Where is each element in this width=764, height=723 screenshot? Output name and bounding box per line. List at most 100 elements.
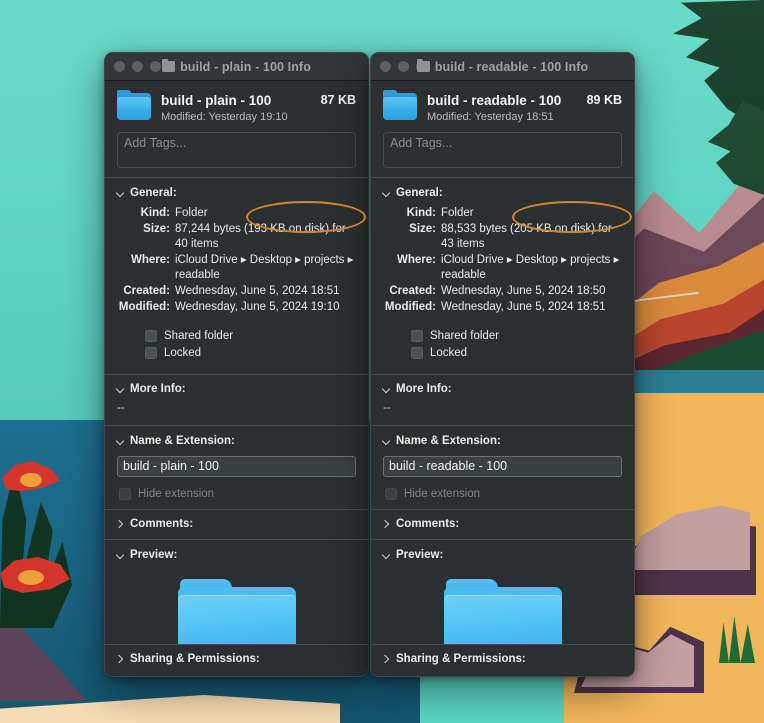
name-input[interactable]: build - plain - 100 bbox=[117, 456, 356, 477]
tags-input[interactable]: Add Tags... bbox=[383, 132, 622, 168]
row-value: iCloud Drive ▸ Desktop ▸ projects ▸ read… bbox=[175, 253, 356, 283]
checkbox-icon[interactable] bbox=[145, 347, 157, 359]
chevron-right-icon[interactable] bbox=[116, 655, 125, 664]
folder-icon[interactable] bbox=[117, 93, 151, 120]
window-controls[interactable] bbox=[114, 61, 161, 72]
chevron-down-icon[interactable] bbox=[382, 436, 391, 445]
info-window-plain[interactable]: build - plain - 100 Info build - plain -… bbox=[104, 52, 369, 677]
row-key: Created: bbox=[383, 284, 441, 299]
minimize-icon[interactable] bbox=[132, 61, 143, 72]
window-controls[interactable] bbox=[380, 61, 427, 72]
row-key: Where: bbox=[383, 253, 441, 283]
checkbox-hide-extension[interactable]: Hide extension bbox=[119, 488, 356, 500]
general-table: Kind: Folder Size: 87,244 bytes (193 KB … bbox=[105, 203, 368, 324]
tags-input[interactable]: Add Tags... bbox=[117, 132, 356, 168]
chevron-down-icon[interactable] bbox=[382, 188, 391, 197]
row-key: Size: bbox=[117, 222, 175, 252]
item-size: 87 KB bbox=[321, 92, 356, 107]
chevron-right-icon[interactable] bbox=[382, 520, 391, 529]
info-header: build - plain - 100 Modified: Yesterday … bbox=[105, 81, 368, 132]
zoom-icon[interactable] bbox=[416, 61, 427, 72]
more-info-value: -- bbox=[105, 399, 368, 425]
table-row: Modified: Wednesday, June 5, 2024 19:10 bbox=[117, 300, 356, 315]
section-more-info-header[interactable]: More Info: bbox=[371, 380, 634, 399]
header-modified-value: Yesterday 18:51 bbox=[475, 111, 554, 123]
checkbox-locked[interactable]: Locked bbox=[145, 347, 356, 359]
table-row: Created: Wednesday, June 5, 2024 18:51 bbox=[117, 284, 356, 299]
section-comments-title: Comments: bbox=[130, 518, 193, 530]
checkbox-icon[interactable] bbox=[411, 347, 423, 359]
chevron-down-icon[interactable] bbox=[116, 188, 125, 197]
section-more-info-title: More Info: bbox=[130, 383, 186, 395]
header-modified-value: Yesterday 19:10 bbox=[209, 111, 288, 123]
header-modified: Modified: Yesterday 18:51 bbox=[427, 111, 577, 123]
tags-placeholder: Add Tags... bbox=[390, 136, 452, 150]
checkbox-shared-folder[interactable]: Shared folder bbox=[145, 330, 356, 342]
header-icon-wrap[interactable] bbox=[383, 92, 417, 120]
minimize-icon[interactable] bbox=[398, 61, 409, 72]
table-row: Modified: Wednesday, June 5, 2024 18:51 bbox=[383, 300, 622, 315]
checkbox-icon[interactable] bbox=[119, 488, 131, 500]
section-general: General: Kind: Folder Size: 87,244 bytes… bbox=[105, 178, 368, 374]
section-name-extension: Name & Extension: build - plain - 100 Hi… bbox=[105, 426, 368, 509]
titlebar[interactable]: build - plain - 100 Info bbox=[105, 53, 368, 81]
header-icon-wrap[interactable] bbox=[117, 92, 151, 120]
name-input[interactable]: build - readable - 100 bbox=[383, 456, 622, 477]
chevron-down-icon[interactable] bbox=[116, 436, 125, 445]
header-modified-key: Modified: bbox=[161, 111, 206, 123]
checkbox-icon[interactable] bbox=[145, 330, 157, 342]
section-sharing-permissions-header[interactable]: Sharing & Permissions: bbox=[371, 650, 634, 669]
section-preview-header[interactable]: Preview: bbox=[105, 546, 368, 565]
checkbox-shared-folder[interactable]: Shared folder bbox=[411, 330, 622, 342]
checkbox-icon[interactable] bbox=[411, 330, 423, 342]
section-preview-header[interactable]: Preview: bbox=[371, 546, 634, 565]
chevron-down-icon[interactable] bbox=[116, 550, 125, 559]
folder-icon[interactable] bbox=[383, 93, 417, 120]
section-comments: Comments: bbox=[105, 509, 368, 539]
checkbox-hide-extension[interactable]: Hide extension bbox=[385, 488, 622, 500]
section-comments-header[interactable]: Comments: bbox=[105, 515, 368, 534]
chevron-down-icon[interactable] bbox=[116, 385, 125, 394]
row-value: 88,533 bytes (205 KB on disk) for 43 ite… bbox=[441, 222, 622, 252]
folder-icon bbox=[162, 61, 175, 72]
checkbox-label: Shared folder bbox=[430, 330, 499, 342]
chevron-right-icon[interactable] bbox=[382, 655, 391, 664]
row-value: Folder bbox=[175, 206, 356, 221]
checkbox-label: Shared folder bbox=[164, 330, 233, 342]
section-comments-header[interactable]: Comments: bbox=[371, 515, 634, 534]
desktop: build - plain - 100 Info build - plain -… bbox=[0, 0, 764, 723]
section-general-header[interactable]: General: bbox=[371, 184, 634, 203]
section-more-info-header[interactable]: More Info: bbox=[105, 380, 368, 399]
section-name-extension-header[interactable]: Name & Extension: bbox=[105, 432, 368, 451]
chevron-down-icon[interactable] bbox=[382, 385, 391, 394]
header-modified-key: Modified: bbox=[427, 111, 472, 123]
checkbox-locked[interactable]: Locked bbox=[411, 347, 622, 359]
section-name-extension-header[interactable]: Name & Extension: bbox=[371, 432, 634, 451]
tags-row[interactable]: Add Tags... bbox=[105, 132, 368, 177]
table-row: Kind: Folder bbox=[383, 206, 622, 221]
checkbox-icon[interactable] bbox=[385, 488, 397, 500]
header-text: build - plain - 100 Modified: Yesterday … bbox=[161, 92, 311, 123]
section-comments-title: Comments: bbox=[396, 518, 459, 530]
header-modified: Modified: Yesterday 19:10 bbox=[161, 111, 311, 123]
wallpaper-flower-lower-center bbox=[18, 570, 44, 585]
info-window-readable[interactable]: build - readable - 100 Info build - read… bbox=[370, 52, 635, 677]
zoom-icon[interactable] bbox=[150, 61, 161, 72]
section-sharing-permissions-header[interactable]: Sharing & Permissions: bbox=[105, 650, 368, 669]
tags-placeholder: Add Tags... bbox=[124, 136, 186, 150]
chevron-right-icon[interactable] bbox=[116, 520, 125, 529]
row-key: Modified: bbox=[383, 300, 441, 315]
section-more-info: More Info: -- bbox=[371, 374, 634, 425]
item-name: build - plain - 100 bbox=[161, 92, 311, 109]
general-checkboxes: Shared folder Locked bbox=[371, 324, 634, 374]
section-general-title: General: bbox=[396, 187, 443, 199]
section-general: General: Kind: Folder Size: 88,533 bytes… bbox=[371, 178, 634, 374]
titlebar[interactable]: build - readable - 100 Info bbox=[371, 53, 634, 81]
chevron-down-icon[interactable] bbox=[382, 550, 391, 559]
close-icon[interactable] bbox=[380, 61, 391, 72]
section-general-header[interactable]: General: bbox=[105, 184, 368, 203]
close-icon[interactable] bbox=[114, 61, 125, 72]
tags-row[interactable]: Add Tags... bbox=[371, 132, 634, 177]
window-title: build - readable - 100 Info bbox=[435, 60, 588, 74]
table-row: Kind: Folder bbox=[117, 206, 356, 221]
